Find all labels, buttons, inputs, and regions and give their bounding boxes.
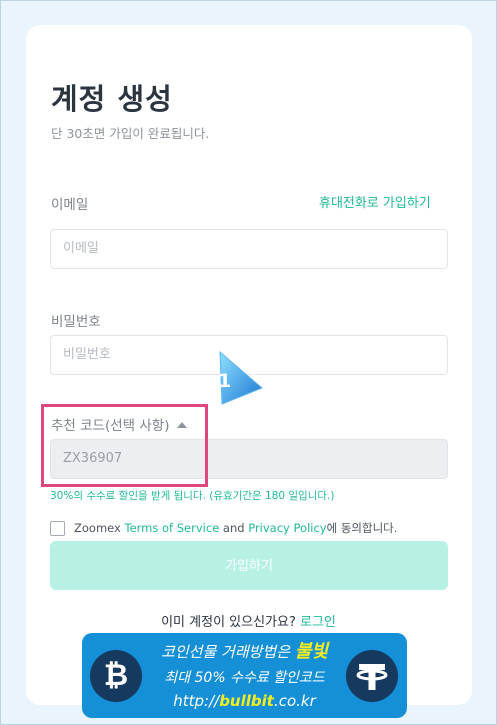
signup-button[interactable]: 가입하기 — [50, 541, 448, 590]
page-title: 계정 생성 — [51, 82, 173, 116]
terms-prefix: Zoomex — [74, 521, 125, 535]
banner-url-prefix: http:// — [173, 692, 220, 710]
email-label: 이메일 — [51, 197, 89, 213]
terms-checkbox[interactable] — [50, 520, 65, 536]
promo-banner[interactable]: ₿ 코인선물 거래방법은 불빛 최대 50% 수수료 할인코드 http://b… — [82, 633, 407, 718]
login-row: 이미 계정이 있으신가요? 로그인 — [0, 611, 497, 630]
terms-of-service-link[interactable]: Terms of Service — [125, 521, 220, 535]
page-subtitle: 단 30초면 가입이 완료됩니다. — [51, 126, 210, 141]
banner-url: http://bullbit.co.kr — [82, 692, 407, 710]
banner-headline-text: 코인선물 거래방법은 — [161, 643, 295, 661]
annotation-badge-number: 1 — [218, 370, 232, 392]
phone-signup-link[interactable]: 휴대전화로 가입하기 — [319, 192, 431, 211]
password-label: 비밀번호 — [51, 314, 101, 330]
referral-discount-note: 30%의 수수료 할인을 받게 됩니다. (유효기간은 180 일입니다.) — [50, 490, 335, 502]
banner-url-suffix: .co.kr — [273, 692, 316, 710]
terms-row: Zoomex Terms of Service and Privacy Poli… — [50, 520, 397, 536]
email-field[interactable]: 이메일 — [50, 229, 448, 269]
terms-and: and — [219, 521, 249, 535]
banner-discount-text: 최대 50% 수수료 할인코드 — [164, 670, 325, 686]
banner-headline-brand: 불빛 — [294, 641, 328, 662]
banner-url-brand: bullbit — [219, 692, 274, 710]
login-prompt: 이미 계정이 있으신가요? — [161, 615, 300, 630]
annotation-highlight-box — [41, 404, 208, 487]
login-link[interactable]: 로그인 — [300, 615, 336, 630]
terms-suffix: 에 동의합니다. — [326, 521, 398, 535]
banner-headline: 코인선물 거래방법은 불빛 — [82, 637, 407, 663]
privacy-policy-link[interactable]: Privacy Policy — [248, 521, 326, 535]
